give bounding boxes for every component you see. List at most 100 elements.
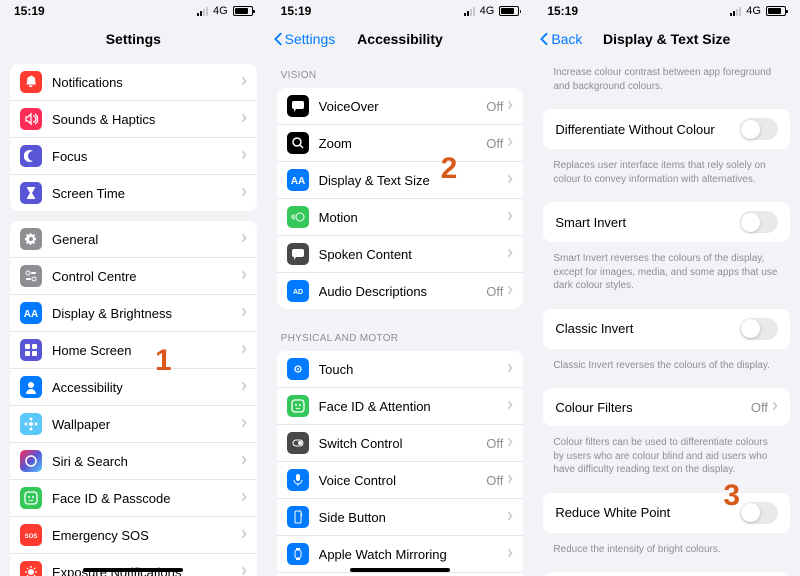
chevron-right-icon (241, 489, 247, 507)
footer-text: Classic Invert reverses the colours of t… (533, 355, 800, 383)
row-display-text-size[interactable]: AADisplay & Text Size (277, 162, 524, 199)
setting-group: Smart Invert (543, 202, 790, 242)
zoom-icon (287, 132, 309, 154)
row-voice-control[interactable]: Voice ControlOff (277, 462, 524, 499)
chevron-right-icon (241, 415, 247, 433)
row-sounds-haptics[interactable]: Sounds & Haptics (10, 101, 257, 138)
row-spoken-content[interactable]: Spoken Content (277, 236, 524, 273)
row-home-screen[interactable]: Home Screen (10, 332, 257, 369)
row-label: Display & Text Size (319, 173, 508, 188)
row-classic-invert[interactable]: Classic Invert (543, 309, 790, 349)
accessibility-icon (20, 376, 42, 398)
row-zoom[interactable]: ZoomOff (277, 125, 524, 162)
group-header-motor: PHYSICAL AND MOTOR (267, 319, 534, 349)
row-label: Face ID & Attention (319, 399, 508, 414)
page-title: Accessibility (357, 31, 443, 47)
row-siri-search[interactable]: Siri & Search (10, 443, 257, 480)
content[interactable]: NotificationsSounds & HapticsFocusScreen… (0, 56, 267, 576)
nav-bar: Back Display & Text Size (533, 22, 800, 56)
spoken-content-icon (287, 243, 309, 265)
content[interactable]: Increase colour contrast between app for… (533, 56, 800, 576)
toggle[interactable] (740, 118, 778, 140)
row-value: Off (486, 99, 503, 114)
network-label: 4G (746, 5, 761, 17)
status-indicators: 4G (197, 5, 253, 17)
row-label: Home Screen (52, 343, 241, 358)
row-voiceover[interactable]: VoiceOverOff (277, 88, 524, 125)
battery-icon (766, 6, 786, 16)
chevron-right-icon (507, 208, 513, 226)
switch-control-icon (287, 432, 309, 454)
row-label: Side Button (319, 510, 508, 525)
toggle[interactable] (740, 502, 778, 524)
status-bar: 15:19 4G (0, 0, 267, 22)
status-indicators: 4G (464, 5, 520, 17)
footer-text: Colour filters can be used to differenti… (533, 432, 800, 487)
display-text-size-screen: 15:19 4G Back Display & Text Size Increa… (533, 0, 800, 576)
row-reduce-white-point[interactable]: Reduce White Point (543, 493, 790, 533)
toggle[interactable] (740, 318, 778, 340)
back-label: Back (551, 31, 582, 47)
back-button[interactable]: Back (539, 31, 582, 47)
accessibility-screen: 15:19 4G Settings Accessibility VISION V… (267, 0, 534, 576)
row-display-brightness[interactable]: AADisplay & Brightness (10, 295, 257, 332)
row-label: Voice Control (319, 473, 487, 488)
toggle[interactable] (740, 211, 778, 233)
row-focus[interactable]: Focus (10, 138, 257, 175)
row-label: Apple Watch Mirroring (319, 547, 508, 562)
page-title: Display & Text Size (603, 31, 730, 47)
home-screen-icon (20, 339, 42, 361)
row-motion[interactable]: Motion (277, 199, 524, 236)
chevron-right-icon (507, 545, 513, 563)
row-value: Off (486, 136, 503, 151)
svg-text:AD: AD (293, 289, 303, 296)
row-exposure-notifications[interactable]: Exposure Notifications (10, 554, 257, 576)
screen-time-icon (20, 182, 42, 204)
svg-text:SOS: SOS (25, 534, 38, 540)
setting-group: Differentiate Without Colour (543, 109, 790, 149)
row-face-id-passcode[interactable]: Face ID & Passcode (10, 480, 257, 517)
nav-bar: Settings Accessibility (267, 22, 534, 56)
face-attention-icon (287, 395, 309, 417)
row-differentiate-without-colour[interactable]: Differentiate Without Colour (543, 109, 790, 149)
row-label: Siri & Search (52, 454, 241, 469)
chevron-right-icon (507, 282, 513, 300)
row-smart-invert[interactable]: Smart Invert (543, 202, 790, 242)
row-notifications[interactable]: Notifications (10, 64, 257, 101)
row-label: Differentiate Without Colour (555, 122, 740, 137)
row-accessibility[interactable]: Accessibility (10, 369, 257, 406)
chevron-right-icon (507, 434, 513, 452)
chevron-right-icon (507, 245, 513, 263)
row-emergency-sos[interactable]: SOSEmergency SOS (10, 517, 257, 554)
chevron-right-icon (241, 563, 247, 576)
chevron-right-icon (241, 452, 247, 470)
row-label: Zoom (319, 136, 487, 151)
home-indicator (350, 568, 450, 572)
row-wallpaper[interactable]: Wallpaper (10, 406, 257, 443)
setting-group: Auto-Brightness (543, 572, 790, 576)
focus-icon (20, 145, 42, 167)
svg-text:AA: AA (24, 309, 38, 320)
row-label: Switch Control (319, 436, 487, 451)
row-control-centre[interactable]: Control Centre (10, 258, 257, 295)
row-label: Colour Filters (555, 400, 751, 415)
row-switch-control[interactable]: Switch ControlOff (277, 425, 524, 462)
setting-group: Reduce White Point (543, 493, 790, 533)
setting-group: Colour FiltersOff (543, 388, 790, 426)
row-audio-descriptions[interactable]: ADAudio DescriptionsOff (277, 273, 524, 309)
row-side-button[interactable]: Side Button (277, 499, 524, 536)
row-auto-brightness[interactable]: Auto-Brightness (543, 572, 790, 576)
row-face-id-attention[interactable]: Face ID & Attention (277, 388, 524, 425)
side-button-icon (287, 506, 309, 528)
row-general[interactable]: General (10, 221, 257, 258)
touch-icon (287, 358, 309, 380)
back-button[interactable]: Settings (273, 31, 336, 47)
nav-bar: Settings (0, 22, 267, 56)
chevron-right-icon (507, 97, 513, 115)
content[interactable]: VISION VoiceOverOffZoomOffAADisplay & Te… (267, 56, 534, 576)
back-label: Settings (285, 31, 336, 47)
row-screen-time[interactable]: Screen Time (10, 175, 257, 211)
setting-group: Classic Invert (543, 309, 790, 349)
row-touch[interactable]: Touch (277, 351, 524, 388)
row-colour-filters[interactable]: Colour FiltersOff (543, 388, 790, 426)
